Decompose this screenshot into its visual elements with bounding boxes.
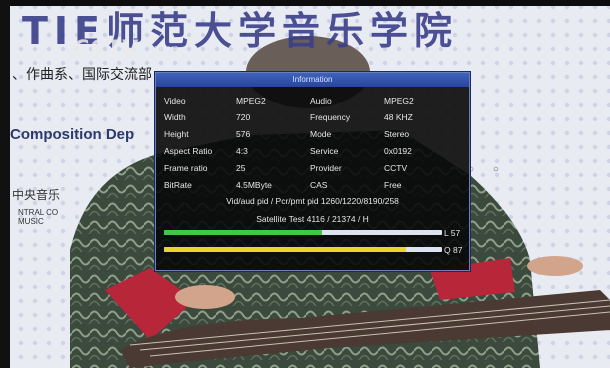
cctv-logo: CCTV (74, 36, 140, 60)
service-value: 0x0192 (384, 146, 412, 156)
signal-level-fill (164, 230, 323, 235)
cas-value: Free (384, 180, 402, 190)
bitrate-value: 4.5MByte (236, 180, 272, 190)
background-english-text-2: NTRAL CO MUSIC (18, 208, 58, 226)
frequency-value: 48 KHZ (384, 112, 413, 122)
width-value: 720 (236, 112, 251, 122)
satellite-line: Satellite Test 4116 / 21374 / H (256, 214, 369, 224)
video-value: MPEG2 (236, 96, 266, 106)
video-label: Video (164, 96, 186, 106)
cctv-logo-sub: NEWS (154, 45, 178, 54)
frequency-label: Frequency (310, 112, 351, 122)
background-english-text: Composition Dep (10, 126, 135, 143)
aspect-ratio-label: Aspect Ratio (164, 146, 213, 156)
audio-label: Audio (310, 96, 332, 106)
signal-quality-bar (164, 247, 442, 252)
background-chinese-text: 、作曲系、国际交流部 (12, 67, 152, 83)
aspect-ratio-value: 4:3 (236, 146, 248, 156)
panel-title: Information (156, 73, 469, 87)
provider-label: Provider (310, 163, 342, 173)
background-chinese-text-2: 中央音乐 (12, 188, 61, 202)
audio-value: MPEG2 (384, 96, 414, 106)
frame-ratio-value: 25 (236, 163, 246, 173)
signal-level-bar (164, 230, 442, 235)
mode-value: Stereo (384, 129, 410, 139)
signal-quality-label: Q 87 (444, 245, 463, 255)
height-label: Height (164, 129, 189, 139)
cas-label: CAS (310, 180, 328, 190)
bezel-left (0, 0, 10, 368)
pid-line: Vid/aud pid / Pcr/pmt pid 1260/1220/8190… (226, 196, 399, 206)
mode-label: Mode (310, 129, 332, 139)
bitrate-label: BitRate (164, 180, 192, 190)
information-panel: Information Video MPEG2 Audio MPEG2 Widt… (155, 72, 470, 271)
background-english-line-b: MUSIC (18, 217, 44, 226)
height-value: 576 (236, 129, 251, 139)
decorative-dots: ○ ○ (468, 164, 507, 175)
service-label: Service (310, 146, 339, 156)
width-label: Width (164, 112, 186, 122)
tv-screen: TIE师范大学音乐学院 CCTV NEWS 、作曲系、国际交流部 Composi… (0, 0, 610, 368)
provider-value: CCTV (384, 163, 408, 173)
background-english-line-a: NTRAL CO (18, 208, 59, 217)
frame-ratio-label: Frame ratio (164, 163, 208, 173)
signal-level-label: L 57 (444, 228, 461, 238)
signal-quality-fill (164, 247, 406, 252)
